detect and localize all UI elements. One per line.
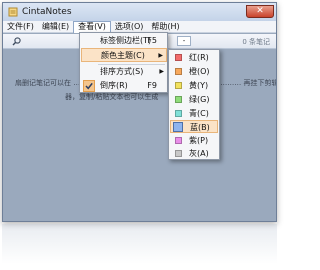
- empty-hint-line2: 器，复制/粘贴文本也可以生成: [65, 93, 159, 101]
- view-menu-item-color-theme[interactable]: 颜色主题(C) ▶: [81, 48, 167, 62]
- color-label: 灰(A): [189, 149, 209, 158]
- submenu-arrow-icon: ▶: [159, 68, 164, 75]
- title-bar: CintaNotes ✕: [3, 3, 276, 21]
- purple-swatch-icon: [175, 137, 182, 144]
- color-item-orange[interactable]: 橙(O): [170, 65, 218, 78]
- app-icon: [8, 7, 18, 17]
- blue-swatch-icon: [173, 122, 183, 132]
- window-reflection: [2, 224, 277, 264]
- app-window: CintaNotes ✕ 文件(F) 编辑(E) 查看(V) 选项(O) 帮助(…: [2, 2, 277, 222]
- color-item-green[interactable]: 绿(G): [170, 93, 218, 106]
- search-icon[interactable]: [12, 37, 21, 46]
- menu-item-label: 倒序(R): [100, 81, 128, 90]
- menu-view[interactable]: 查看(V): [73, 20, 111, 33]
- yellow-swatch-icon: [175, 82, 182, 89]
- view-menu-item-reverse[interactable]: 倒序(R) F9: [81, 79, 167, 93]
- window-title: CintaNotes: [22, 7, 72, 17]
- green-swatch-icon: [175, 96, 182, 103]
- color-item-yellow[interactable]: 黄(Y): [170, 79, 218, 92]
- menu-file[interactable]: 文件(F): [3, 21, 38, 33]
- color-label: 蓝(B): [190, 123, 210, 132]
- shortcut-label: F9: [147, 81, 157, 90]
- cyan-swatch-icon: [175, 110, 182, 117]
- color-label: 绿(G): [189, 95, 210, 104]
- gray-swatch-icon: [175, 150, 182, 157]
- color-label: 黄(Y): [189, 81, 209, 90]
- menu-help[interactable]: 帮助(H): [147, 21, 183, 33]
- orange-swatch-icon: [175, 68, 182, 75]
- color-item-cyan[interactable]: 青(C): [170, 107, 218, 120]
- color-theme-submenu: 红(R) 橙(O) 黄(Y) 绿(G) 青(C) 蓝(B) 紫(P) 灰(A): [168, 49, 220, 160]
- color-item-blue[interactable]: 蓝(B): [170, 120, 218, 133]
- view-menu-item-tag-sidebar[interactable]: 标签侧边栏(T) F5: [81, 34, 167, 48]
- menu-item-label: 排序方式(S): [100, 67, 144, 76]
- color-label: 紫(P): [189, 136, 209, 145]
- red-swatch-icon: [175, 54, 182, 61]
- view-menu-dropdown: 标签侧边栏(T) F5 颜色主题(C) ▶ 排序方式(S) ▶ 倒序(R) F9: [79, 32, 168, 93]
- color-label: 红(R): [189, 53, 209, 62]
- zoom-control[interactable]: -: [177, 36, 191, 46]
- menu-item-label: 颜色主题(C): [101, 51, 145, 60]
- submenu-arrow-icon: ▶: [158, 52, 163, 59]
- menu-item-label: 标签侧边栏(T): [100, 36, 152, 45]
- view-menu-item-sort[interactable]: 排序方式(S) ▶: [81, 65, 167, 79]
- menu-edit[interactable]: 编辑(E): [38, 21, 73, 33]
- color-label: 青(C): [189, 109, 209, 118]
- check-icon: [83, 80, 95, 92]
- note-count: 0 条笔记: [242, 38, 270, 46]
- color-item-gray[interactable]: 灰(A): [170, 147, 218, 160]
- close-button[interactable]: ✕: [246, 5, 274, 18]
- menu-options[interactable]: 选项(O): [111, 21, 148, 33]
- color-item-purple[interactable]: 紫(P): [170, 134, 218, 147]
- color-item-red[interactable]: 红(R): [170, 51, 218, 64]
- shortcut-label: F5: [147, 36, 157, 45]
- color-label: 橙(O): [189, 67, 210, 76]
